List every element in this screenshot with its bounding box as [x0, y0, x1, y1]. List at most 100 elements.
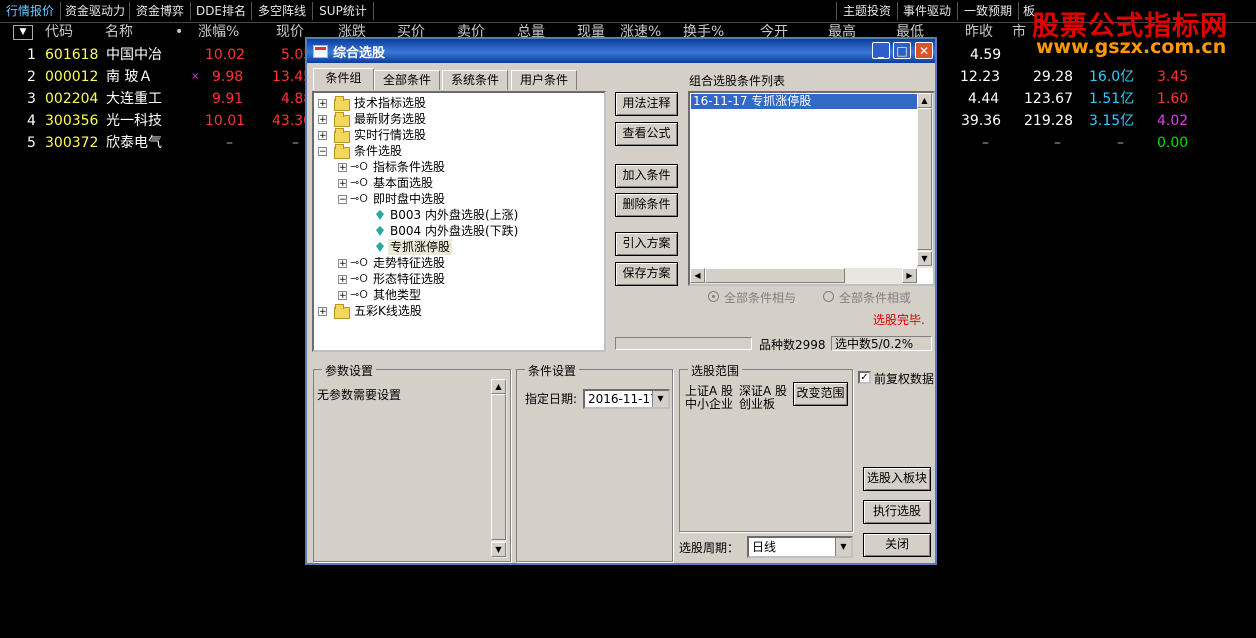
tree-label: 实时行情选股 — [354, 128, 427, 142]
prev-close: 12.23 — [960, 69, 1001, 85]
tree-label: 其他类型 — [373, 288, 422, 302]
sort-dropdown-button[interactable]: ▼ — [13, 25, 33, 40]
row-index: 4 — [27, 113, 36, 129]
tree-label: 形态特征选股 — [373, 272, 446, 286]
horizontal-scrollbar[interactable]: ◀ ▶ — [690, 268, 917, 284]
scroll-up-icon[interactable]: ▲ — [917, 93, 932, 108]
row-index: 3 — [27, 91, 36, 107]
param-group-label: 参数设置 — [322, 362, 377, 379]
change-range-button[interactable]: 改变范围 — [793, 382, 848, 406]
condition-tree[interactable]: + 技术指标选股 + 最新财务选股 + 实时行情选股 − 条件选股 + ⊸O 指… — [312, 91, 606, 352]
tab-fund-drive[interactable]: 资金驱动力 — [61, 2, 130, 20]
tab-user-conditions[interactable]: 用户条件 — [511, 70, 577, 90]
scroll-thumb-h[interactable] — [705, 268, 845, 283]
scroll-down-icon[interactable]: ▼ — [917, 251, 932, 266]
scroll-thumb[interactable] — [917, 108, 932, 250]
tab-all-conditions[interactable]: 全部条件 — [374, 70, 440, 90]
key-icon: ⊸O — [350, 272, 368, 285]
expand-icon[interactable]: + — [338, 163, 347, 173]
tab-quotes[interactable]: 行情报价 — [0, 2, 61, 20]
amount: 1.51亿 — [1089, 91, 1135, 107]
scroll-down-icon[interactable]: ▼ — [491, 542, 506, 557]
col-change-pct[interactable]: 涨幅% — [198, 22, 239, 42]
radio-and[interactable] — [708, 291, 719, 302]
period-label: 选股周期： — [679, 541, 740, 555]
key-icon: ⊸O — [350, 160, 368, 173]
param-scrollbar[interactable]: ▲ ▼ — [491, 379, 507, 558]
condition-settings-group: 条件设置 指定日期: 2016-11-17 ▼ — [516, 362, 673, 562]
vertical-scrollbar[interactable]: ▲ ▼ — [917, 93, 933, 268]
col-code[interactable]: 代码 — [45, 22, 73, 42]
col-market[interactable]: 市 — [1012, 22, 1026, 42]
stock-code: 002204 — [45, 91, 99, 107]
collapse-icon[interactable]: − — [338, 195, 347, 205]
radio-or[interactable] — [823, 291, 834, 302]
date-value: 2016-11-17 — [588, 392, 658, 406]
condition-list-item[interactable]: 16-11-17 专抓涨停股 — [691, 94, 917, 109]
tab-long-short[interactable]: 多空阵线 — [252, 2, 313, 20]
extra-value: 3.45 — [1157, 69, 1189, 85]
date-picker[interactable]: 2016-11-17 ▼ — [583, 389, 670, 409]
tree-label: 指标条件选股 — [373, 160, 446, 174]
tab-system-conditions[interactable]: 系统条件 — [442, 70, 508, 90]
usage-button[interactable]: 用法注释 — [615, 92, 678, 116]
delete-condition-button[interactable]: 删除条件 — [615, 193, 678, 217]
tree-label: B004 内外盘选股(下跌) — [390, 224, 519, 238]
tab-condition-group[interactable]: 条件组 — [313, 68, 374, 90]
scroll-thumb[interactable] — [491, 394, 506, 540]
stock-name: 中国中冶 — [106, 47, 162, 63]
view-formula-button[interactable]: 查看公式 — [615, 122, 678, 146]
scroll-up-icon[interactable]: ▲ — [491, 379, 506, 394]
scroll-left-icon[interactable]: ◀ — [690, 268, 705, 283]
close-icon[interactable]: ✕ — [915, 42, 933, 59]
dialog-titlebar[interactable]: 综合选股 _ □ ✕ — [307, 39, 935, 63]
status-text: 选股完毕. — [873, 313, 925, 327]
expand-icon[interactable]: + — [338, 275, 347, 285]
dropdown-icon[interactable]: ▼ — [652, 391, 668, 407]
window-icon — [313, 45, 328, 58]
tab-sup-stats[interactable]: SUP统计 — [313, 2, 374, 20]
tree-label: 基本面选股 — [373, 176, 434, 190]
expand-icon[interactable]: + — [338, 259, 347, 269]
dialog-title: 综合选股 — [333, 46, 386, 61]
tab-dde-rank[interactable]: DDE排名 — [191, 2, 252, 20]
maximize-icon[interactable]: □ — [893, 42, 911, 59]
expand-icon[interactable]: + — [318, 99, 327, 109]
watermark-url: www.gszx.com.cn — [1036, 36, 1227, 58]
execute-button[interactable]: 执行选股 — [863, 500, 931, 524]
import-plan-button[interactable]: 引入方案 — [615, 232, 678, 256]
tab-consensus[interactable]: 一致预期 — [958, 2, 1019, 20]
adjust-label: 前复权数据 — [874, 372, 935, 386]
select-to-block-button[interactable]: 选股入板块 — [863, 467, 931, 491]
col-prev-close[interactable]: 昨收 — [965, 22, 993, 42]
condition-list[interactable]: 16-11-17 专抓涨停股 ▲ ▼ ◀ ▶ — [688, 91, 935, 286]
dropdown-icon[interactable]: ▼ — [835, 538, 851, 556]
period-select[interactable]: 日线 ▼ — [747, 536, 853, 558]
radio-or-label: 全部条件相或 — [839, 291, 912, 305]
tree-label: 五彩K线选股 — [354, 304, 422, 318]
save-plan-button[interactable]: 保存方案 — [615, 262, 678, 286]
close-button[interactable]: 关闭 — [863, 533, 931, 557]
radio-and-label: 全部条件相与 — [724, 291, 797, 305]
expand-icon[interactable]: + — [318, 307, 327, 317]
gem-icon — [376, 242, 384, 252]
col-name[interactable]: 名称 — [105, 22, 133, 42]
stock-code: 601618 — [45, 47, 99, 63]
minimize-icon[interactable]: _ — [872, 42, 890, 59]
market-value: 123.67 — [1024, 91, 1073, 107]
expand-icon[interactable]: + — [318, 131, 327, 141]
tab-event[interactable]: 事件驱动 — [897, 2, 958, 20]
add-condition-button[interactable]: 加入条件 — [615, 164, 678, 188]
col-price[interactable]: 现价 — [276, 22, 304, 42]
expand-icon[interactable]: + — [318, 115, 327, 125]
adjust-checkbox[interactable]: ✓ — [858, 371, 871, 384]
tab-theme[interactable]: 主题投资 — [836, 2, 898, 20]
progress-bar — [615, 337, 752, 350]
expand-icon[interactable]: + — [338, 291, 347, 301]
collapse-icon[interactable]: − — [318, 147, 327, 157]
stock-name: 光一科技 — [106, 113, 162, 129]
stock-code: 000012 — [45, 69, 99, 85]
expand-icon[interactable]: + — [338, 179, 347, 189]
tab-fund-game[interactable]: 资金博弈 — [130, 2, 191, 20]
scroll-right-icon[interactable]: ▶ — [902, 268, 917, 283]
